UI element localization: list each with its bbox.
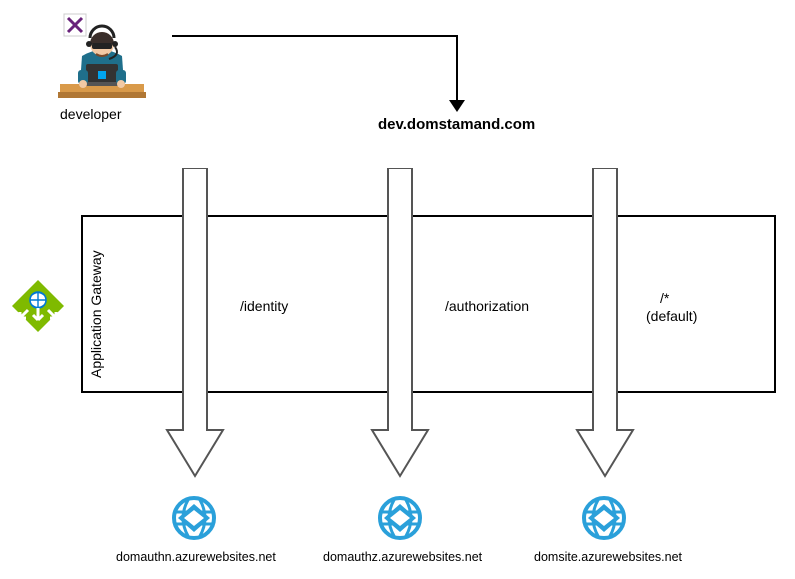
app-service-icon <box>580 494 628 542</box>
backend-label-authn: domauthn.azurewebsites.net <box>116 550 276 564</box>
route-label-authorization: /authorization <box>445 298 529 314</box>
flow-arrowhead-icon <box>449 100 465 112</box>
developer-label: developer <box>60 106 122 122</box>
application-gateway-label-wrap: Application Gateway <box>88 232 106 378</box>
flow-arrow-horizontal <box>172 35 458 37</box>
route-label-default-1: /* <box>660 290 669 306</box>
domain-title: dev.domstamand.com <box>378 116 535 133</box>
application-gateway-icon <box>10 278 66 334</box>
application-gateway-label: Application Gateway <box>88 232 104 378</box>
app-service-icon <box>170 494 218 542</box>
route-arrow-identity <box>165 168 225 478</box>
backend-label-authz: domauthz.azurewebsites.net <box>323 550 482 564</box>
flow-arrow-vertical <box>456 35 458 103</box>
app-service-icon <box>376 494 424 542</box>
route-label-default-2: (default) <box>646 308 697 324</box>
backend-label-site: domsite.azurewebsites.net <box>534 550 682 564</box>
route-arrow-authorization <box>370 168 430 478</box>
route-arrow-default <box>575 168 635 478</box>
route-label-identity: /identity <box>240 298 288 314</box>
developer-icon <box>52 6 152 102</box>
